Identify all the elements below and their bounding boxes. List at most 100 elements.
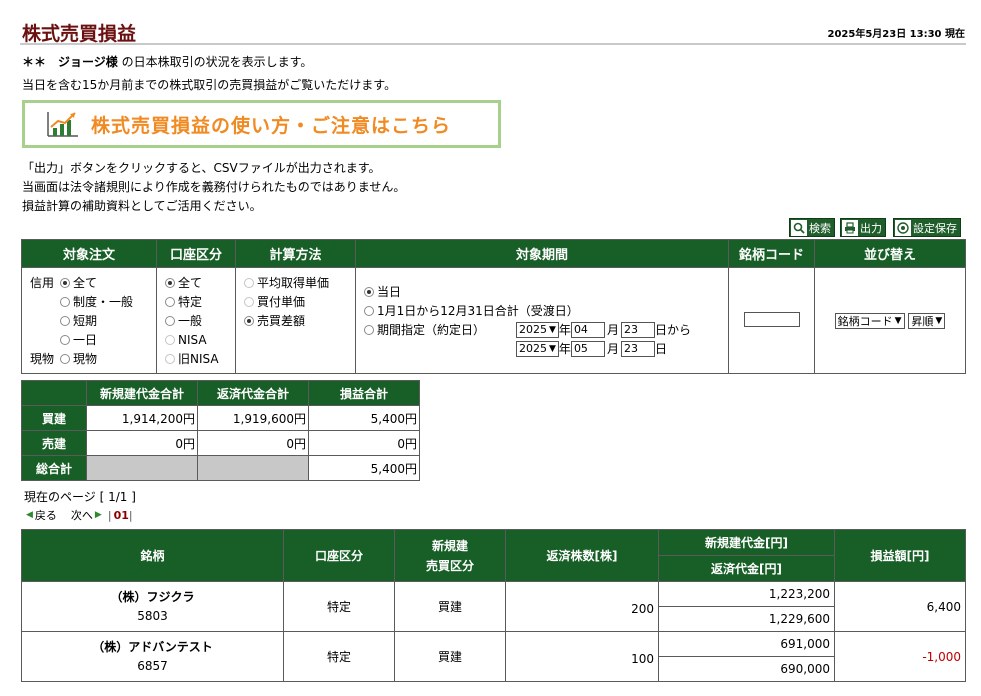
summary-close-total: 0円 — [197, 430, 309, 456]
account-option[interactable]: NISA — [165, 330, 235, 349]
note-line: 当画面は法令諸規則により作成を義務付けられたものではありません。 — [22, 180, 406, 194]
quantity: 100 — [505, 631, 659, 682]
account-type-cell: 全て 特定 一般 NISA 旧NISA — [156, 267, 236, 374]
order-option-short[interactable]: 短期 — [30, 311, 156, 330]
to-year-select[interactable]: 2025 ▼ — [516, 340, 559, 357]
table-row: （株）アドバンテスト 6857 特定 買建 100 691,000 -1,000 — [21, 631, 966, 682]
page-separator: | — [107, 508, 112, 522]
triangle-left-icon: ◀ — [26, 510, 33, 520]
from-day-input[interactable]: 23 — [620, 321, 655, 338]
save-settings-button-label: 設定保存 — [913, 221, 957, 235]
summary-corner — [21, 380, 87, 406]
radio-order-day[interactable] — [60, 334, 70, 345]
radio-order-standard[interactable] — [60, 296, 70, 307]
stock-code-input[interactable] — [743, 311, 800, 327]
account-type: 特定 — [283, 581, 395, 632]
results-header-qty: 返済株数[株] — [505, 529, 659, 582]
account-option[interactable]: 全て — [165, 273, 235, 292]
radio-period-range[interactable] — [364, 324, 374, 335]
next-page-link[interactable]: 次へ — [71, 507, 93, 523]
unit-label: 月 — [606, 323, 619, 337]
summary-row-label: 売建 — [21, 430, 87, 456]
period-option[interactable]: 期間指定（約定日） 2025 ▼ 年 04 月 23 日から — [364, 320, 728, 339]
from-month-input[interactable]: 04 — [570, 321, 605, 338]
order-option-cash[interactable]: 現物 現物 — [30, 349, 156, 368]
order-option-standard[interactable]: 制度・一般 — [30, 292, 156, 311]
radio-account-specific[interactable] — [165, 296, 175, 307]
user-prefix: ＊＊ — [22, 55, 47, 69]
radio-order-cash[interactable] — [60, 353, 70, 364]
radio-order-short[interactable] — [60, 315, 70, 326]
summary-header: 損益合計 — [308, 380, 420, 406]
radio-account-all[interactable] — [165, 277, 175, 288]
order-option-day[interactable]: 一日 — [30, 330, 156, 349]
radio-calc-purchase[interactable] — [244, 296, 254, 307]
sort-key-select[interactable]: 銘柄コード ▼ — [834, 312, 905, 329]
calc-method-cell: 平均取得単価 買付単価 売買差額 — [235, 267, 356, 374]
summary-close-total — [197, 455, 309, 481]
from-year-select[interactable]: 2025 ▼ — [516, 321, 559, 338]
radio-calc-average[interactable] — [244, 277, 254, 288]
summary-row: 売建 0円 0円 0円 — [21, 430, 420, 456]
radio-calc-difference[interactable] — [244, 315, 254, 326]
stock-name: （株）アドバンテスト — [92, 639, 213, 654]
quantity: 200 — [505, 581, 659, 632]
radio-period-today[interactable] — [364, 286, 374, 297]
radio-account-nisa[interactable] — [165, 334, 175, 345]
radio-label: 制度・一般 — [73, 295, 134, 309]
radio-account-old-nisa[interactable] — [165, 353, 175, 364]
page-number-link[interactable]: 01 — [114, 509, 129, 522]
to-day-input[interactable]: 23 — [620, 340, 655, 357]
search-button[interactable]: 検索 — [789, 218, 835, 237]
save-settings-button[interactable]: 設定保存 — [893, 218, 961, 237]
results-header-pl: 損益額[円] — [834, 529, 966, 582]
chevron-down-icon: ▼ — [935, 315, 943, 326]
triangle-right-icon: ▶ — [94, 510, 102, 520]
open-amount: 1,223,200 — [658, 581, 835, 607]
col-header-code: 銘柄コード — [728, 239, 815, 268]
period-option[interactable]: 1月1日から12月31日合計（受渡日） — [364, 301, 728, 320]
results-header-close-amount: 返済代金[円] — [658, 555, 835, 582]
radio-order-all[interactable] — [60, 277, 70, 288]
period-option[interactable]: 当日 — [364, 282, 728, 301]
page-indicator: 現在のページ [ 1/1 ] — [24, 490, 136, 504]
cash-label: 現物 — [30, 352, 55, 366]
calc-option[interactable]: 平均取得単価 — [244, 273, 355, 292]
col-header-period: 対象期間 — [355, 239, 729, 268]
sort-order-select[interactable]: 昇順 ▼ — [908, 312, 946, 329]
unit-label: 月 — [606, 342, 619, 356]
radio-label: NISA — [178, 332, 207, 347]
summary-table: 新規建代金合計 返済代金合計 損益合計 買建 1,914,200円 1,919,… — [21, 380, 420, 481]
summary-open-total: 1,914,200円 — [86, 405, 198, 431]
header-line: 売買区分 — [425, 558, 474, 573]
period-cell: 当日 1月1日から12月31日合計（受渡日） 期間指定（約定日） 2025 ▼ 年 … — [355, 267, 729, 374]
radio-label: 期間指定（約定日） — [377, 323, 486, 337]
order-option-all[interactable]: 信用 全て — [30, 273, 156, 292]
account-option[interactable]: 旧NISA — [165, 349, 235, 368]
output-button[interactable]: 出力 — [840, 218, 886, 237]
open-amount: 691,000 — [658, 631, 835, 657]
summary-pl-total: 0円 — [308, 430, 420, 456]
account-option[interactable]: 特定 — [165, 292, 235, 311]
summary-header: 返済代金合計 — [197, 380, 309, 406]
stock-name-cell: （株）フジクラ 5803 — [21, 581, 284, 632]
profit-loss: -1,000 — [834, 631, 966, 682]
calc-option[interactable]: 買付単価 — [244, 292, 355, 311]
account-type: 特定 — [283, 631, 395, 682]
header-line: 新規建 — [431, 538, 468, 553]
page-separator: | — [128, 508, 133, 522]
to-month-input[interactable]: 05 — [570, 340, 605, 357]
radio-label: 当日 — [377, 285, 402, 299]
col-header-order: 対象注文 — [21, 239, 157, 268]
code-cell — [728, 267, 815, 374]
account-option[interactable]: 一般 — [165, 311, 235, 330]
prev-page-link[interactable]: 戻る — [35, 507, 57, 523]
summary-pl-total: 5,400円 — [308, 405, 420, 431]
radio-account-general[interactable] — [165, 315, 175, 326]
calc-option[interactable]: 売買差額 — [244, 311, 355, 330]
guide-banner-link[interactable]: 株式売買損益の使い方・ご注意はこちら — [22, 100, 501, 148]
unit-label: 年 — [558, 342, 571, 356]
summary-pl-total: 5,400円 — [308, 455, 420, 481]
intro-line-1: ＊＊ ジョージ様 の日本株取引の状況を表示します。 — [22, 53, 312, 70]
radio-period-year[interactable] — [364, 305, 374, 316]
